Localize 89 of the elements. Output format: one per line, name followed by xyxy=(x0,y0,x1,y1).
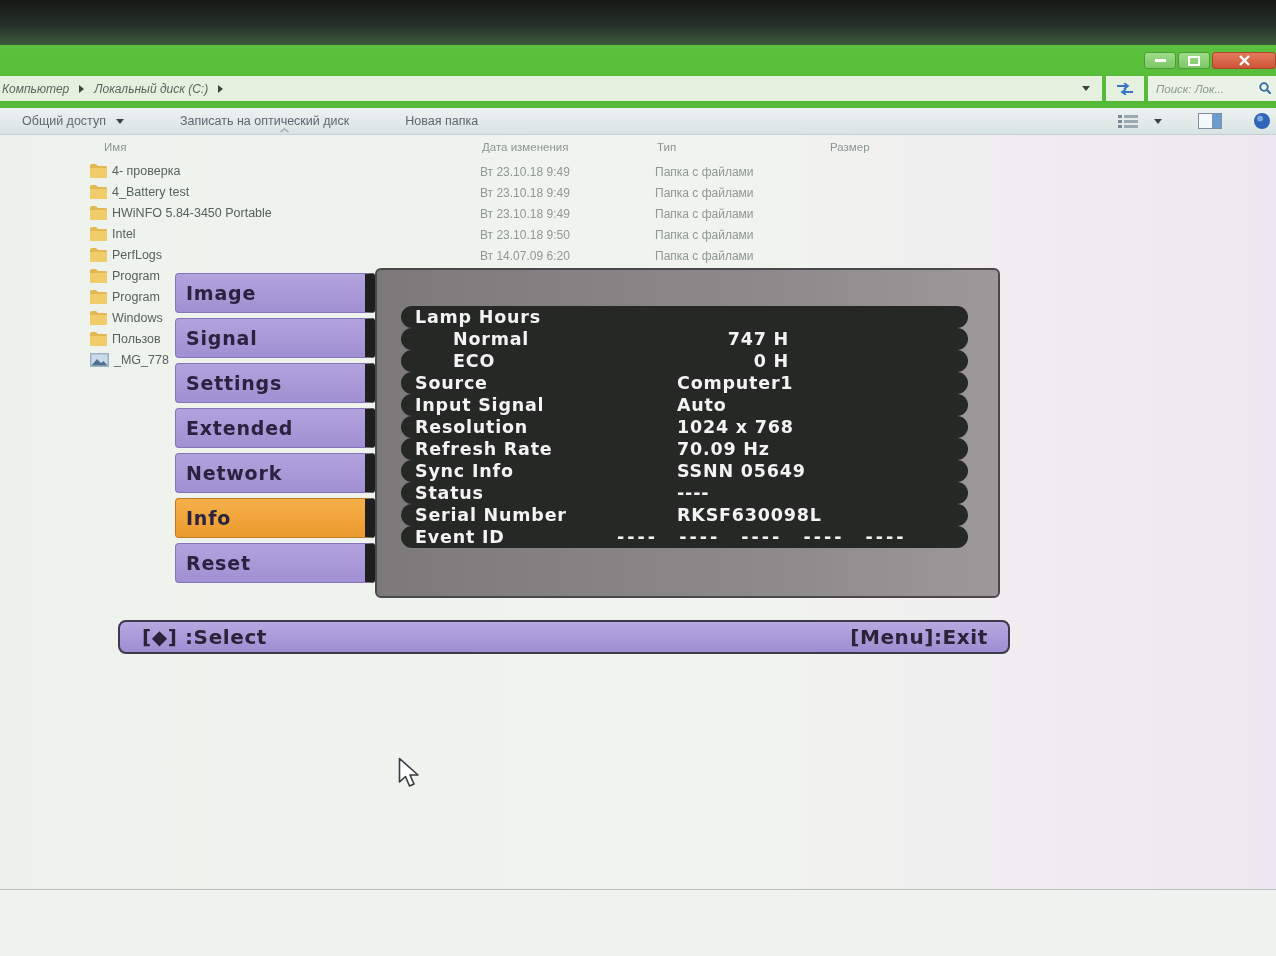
info-label: Refresh Rate xyxy=(415,439,554,459)
toolbar-button[interactable]: Записать на оптический диск xyxy=(180,112,350,130)
info-label: Lamp Hours xyxy=(415,307,541,327)
info-label: Serial Number xyxy=(415,505,568,525)
file-date: Вт 23.10.18 9:49 xyxy=(480,206,570,221)
search-field[interactable]: Поиск: Лок... xyxy=(1148,76,1276,101)
info-label: ECO xyxy=(453,351,497,371)
select-hint: [◆] :Select xyxy=(142,625,268,649)
file-date: Вт 23.10.18 9:49 xyxy=(480,164,570,179)
close-button[interactable] xyxy=(1212,52,1276,69)
round-button[interactable] xyxy=(1252,111,1272,131)
refresh-button[interactable] xyxy=(1106,76,1144,101)
menu-tab[interactable]: Extended xyxy=(175,408,375,448)
menu-tab[interactable]: Image xyxy=(175,273,375,313)
maximize-icon xyxy=(1188,55,1200,66)
caret-icon xyxy=(116,118,124,124)
info-label: Status xyxy=(415,483,485,503)
info-value: SSNN 05649 xyxy=(677,461,806,481)
view-button[interactable] xyxy=(1116,112,1140,130)
folder-icon xyxy=(90,247,107,262)
info-label: Resolution xyxy=(415,417,530,437)
caret-icon xyxy=(1082,86,1090,91)
info-value: RKSF630098L xyxy=(677,505,822,525)
file-name[interactable]: 4_Battery test xyxy=(112,184,190,199)
folder-icon xyxy=(90,268,107,283)
info-value: Auto xyxy=(677,395,727,415)
file-name[interactable]: Program xyxy=(112,289,160,304)
file-date: Вт 23.10.18 9:50 xyxy=(480,227,570,242)
info-label: Input Signal xyxy=(415,395,546,415)
info-label: Sync Info xyxy=(415,461,515,481)
file-name[interactable]: Пользов xyxy=(112,331,161,346)
maximize-button[interactable] xyxy=(1178,52,1210,69)
menu-tab[interactable]: Signal xyxy=(175,318,375,358)
list-view-icon xyxy=(1118,114,1138,128)
folder-icon xyxy=(90,331,107,346)
close-icon xyxy=(1238,55,1250,66)
folder-icon xyxy=(90,226,107,241)
menu-tab[interactable]: Reset xyxy=(175,543,375,583)
file-name[interactable]: PerfLogs xyxy=(112,247,163,262)
file-type: Папка с файлами xyxy=(655,248,754,263)
file-name[interactable]: 4- проверка xyxy=(112,163,181,178)
info-label: Event ID xyxy=(415,527,506,547)
minimize-button[interactable] xyxy=(1144,52,1176,69)
file-name[interactable]: _MG_778 xyxy=(114,352,169,367)
file-type: Папка с файлами xyxy=(655,227,754,242)
mouse-pointer-icon xyxy=(398,757,420,788)
preview-pane-icon xyxy=(1198,113,1222,129)
menu-tab[interactable]: Network xyxy=(175,453,375,493)
info-value: 747 H xyxy=(726,329,789,349)
chevron-icon xyxy=(79,84,85,93)
info-value: 1024 x 768 xyxy=(677,417,794,437)
file-type: Папка с файлами xyxy=(655,185,754,200)
image-file-icon xyxy=(90,352,109,367)
info-value: ---- ---- ---- ---- ---- xyxy=(617,527,907,547)
disc-icon xyxy=(1254,113,1270,129)
folder-icon xyxy=(90,184,107,199)
file-name[interactable]: Intel xyxy=(112,226,136,241)
menu-tab[interactable]: Settings xyxy=(175,363,375,403)
folder-icon xyxy=(90,205,107,220)
info-value: 0 H xyxy=(752,351,789,371)
refresh-icon xyxy=(1116,82,1134,95)
info-label: Normal xyxy=(453,329,531,349)
chevron-icon xyxy=(218,84,224,93)
file-name[interactable]: HWiNFO 5.84-3450 Portable xyxy=(112,205,272,220)
file-name[interactable]: Windows xyxy=(112,310,163,325)
exit-hint: [Menu]:Exit xyxy=(850,625,988,649)
minimize-icon xyxy=(1154,59,1166,62)
file-date: Вт 23.10.18 9:49 xyxy=(480,185,570,200)
breadcrumb-item[interactable]: Компьютер xyxy=(2,81,70,96)
view-dropdown-button[interactable] xyxy=(1152,116,1164,126)
address-field[interactable]: Компьютер Локальный диск (C:) xyxy=(0,76,1102,101)
toolbar-button[interactable]: Новая папка xyxy=(405,112,479,130)
file-date: Вт 14.07.09 6:20 xyxy=(480,248,570,263)
folder-icon xyxy=(90,163,107,178)
folder-icon xyxy=(90,289,107,304)
toolbar-button[interactable]: Общий доступ xyxy=(22,112,124,130)
file-type: Папка с файлами xyxy=(655,206,754,221)
menu-tab[interactable]: Info xyxy=(175,498,375,538)
search-icon xyxy=(1259,82,1271,94)
preview-pane-button[interactable] xyxy=(1196,111,1224,131)
folder-icon xyxy=(90,310,107,325)
info-value: ---- xyxy=(677,483,710,503)
info-label: Source xyxy=(415,373,489,393)
info-value: Computer1 xyxy=(677,373,794,393)
breadcrumb-item[interactable]: Локальный диск (C:) xyxy=(94,81,209,96)
info-value: 70.09 Hz xyxy=(677,439,770,459)
file-name[interactable]: Program xyxy=(112,268,160,283)
file-type: Папка с файлами xyxy=(655,164,754,179)
caret-icon xyxy=(1154,118,1162,124)
